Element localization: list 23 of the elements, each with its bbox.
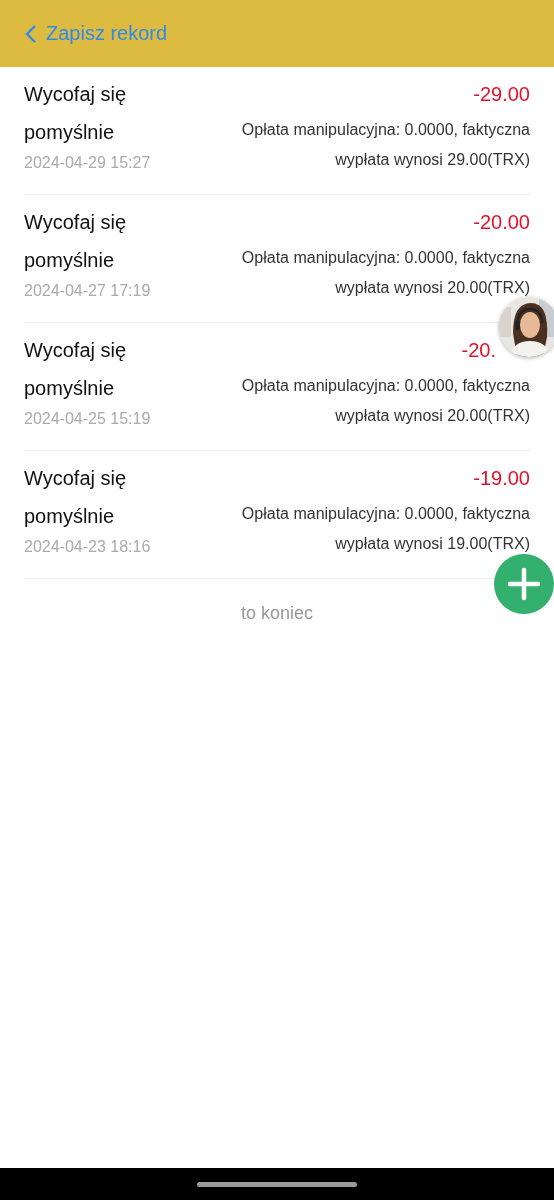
record-description: Opłata manipulacyjna: 0.0000, faktyczna wypłata wynosi 20.00(TRX) — [240, 376, 530, 426]
record-time: 2024-04-29 15:27 — [24, 153, 152, 173]
record-amount: -29.00 — [473, 82, 530, 107]
home-indicator[interactable] — [197, 1181, 357, 1187]
record-amount: -20. — [461, 338, 496, 363]
record-amount: -20.00 — [473, 210, 530, 235]
record-time: 2024-04-23 18:16 — [24, 537, 152, 557]
back-icon — [24, 23, 38, 44]
record-description: Opłata manipulacyjna: 0.0000, faktyczna wypłata wynosi 20.00(TRX) — [240, 248, 530, 298]
record-title: Wycofaj się pomyślnie — [24, 466, 128, 529]
record-title: Wycofaj się pomyślnie — [24, 82, 128, 145]
plus-icon — [507, 567, 541, 601]
record-title: Wycofaj się pomyślnie — [24, 210, 128, 273]
record-title: Wycofaj się pomyślnie — [24, 338, 128, 401]
page-title: Zapisz rekord — [46, 22, 168, 45]
record-time: 2024-04-27 17:19 — [24, 281, 152, 301]
add-button[interactable] — [494, 554, 554, 614]
record-description: Opłata manipulacyjna: 0.0000, faktyczna wypłata wynosi 19.00(TRX) — [240, 504, 530, 554]
record-description: Opłata manipulacyjna: 0.0000, faktyczna wypłata wynosi 29.00(TRX) — [240, 120, 530, 170]
record-amount: -19.00 — [473, 466, 530, 491]
end-of-list-text: to koniec — [240, 603, 313, 624]
back-button[interactable]: Zapisz rekord — [24, 22, 168, 45]
record-time: 2024-04-25 15:19 — [24, 409, 152, 429]
